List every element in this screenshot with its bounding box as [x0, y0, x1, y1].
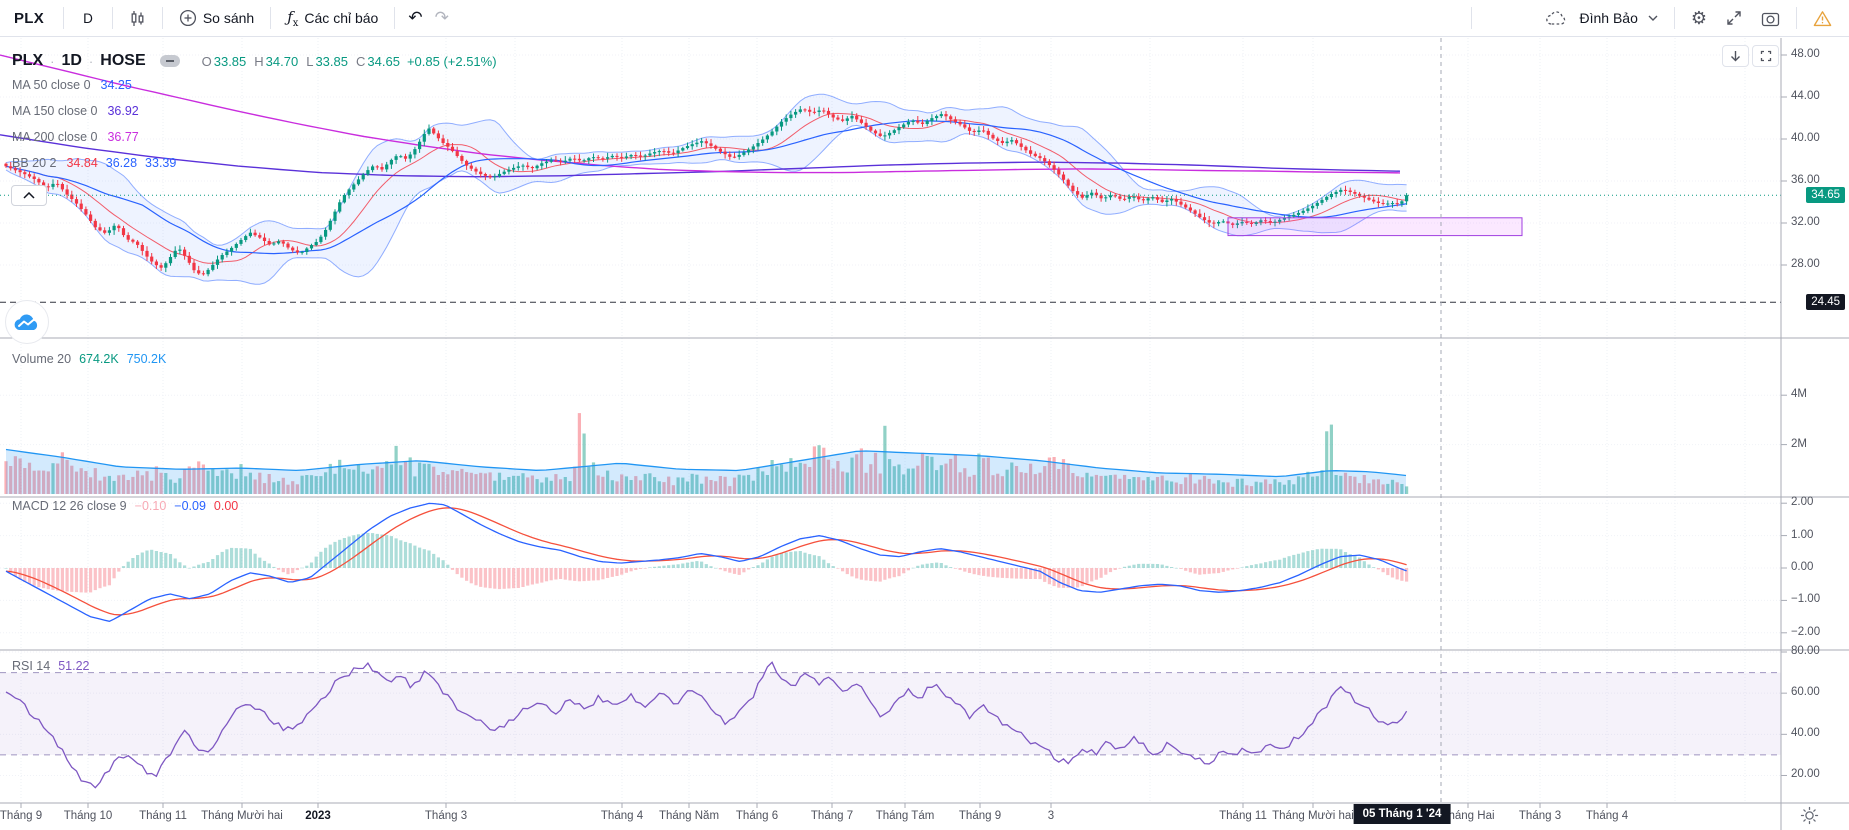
price-axis-label: 36.00 [1791, 174, 1820, 186]
legend-exchange[interactable]: HOSE [100, 52, 145, 70]
main-legend: PLX · 1D · HOSE O 33.85 H 34.70 L 33.85 C 34… [12, 50, 497, 176]
warning-triangle-icon [1813, 10, 1832, 27]
time-axis-label: Tháng 4 [600, 810, 644, 822]
collapse-legend-button[interactable] [11, 185, 47, 206]
time-axis-label: Tháng 10 [63, 810, 113, 822]
symbol-search-button[interactable]: PLX [0, 4, 56, 32]
toolbar-separator [1796, 7, 1797, 29]
price-axis-label: 44.00 [1791, 90, 1820, 102]
indicator-row-ma50[interactable]: MA 50 close 0 34.25 [12, 72, 497, 98]
ohlc-values: O 33.85 H 34.70 L 33.85 C 34.65 +0.85 (+2.51… [201, 53, 497, 69]
plus-circle-icon [179, 9, 197, 27]
price-axis-label: 40.00 [1791, 132, 1820, 144]
chart-style-button[interactable] [120, 4, 155, 32]
price-axis-label: 32.00 [1791, 216, 1820, 228]
rsi-legend[interactable]: RSI 14 51.22 [12, 659, 90, 673]
time-axis-label: Tháng 4 [1585, 810, 1629, 822]
compare-button[interactable]: So sánh [170, 4, 263, 32]
macd-axis-label: 0.00 [1791, 561, 1814, 573]
indicators-label: Các chỉ báo [304, 10, 379, 26]
toolbar-separator [111, 7, 113, 29]
snapshot-button[interactable] [1752, 4, 1789, 32]
chevron-down-icon [1648, 15, 1658, 21]
sun-icon[interactable] [1800, 806, 1819, 830]
date-badge: 05 Tháng 1 '24 [1353, 804, 1451, 824]
macd-legend[interactable]: MACD 12 26 close 9 −0.10 −0.09 0.00 [12, 499, 238, 513]
cloud-icon [1545, 10, 1567, 27]
volume-legend[interactable]: Volume 20 674.2K 750.2K [12, 352, 166, 366]
broker-logo[interactable] [5, 300, 49, 344]
legend-interval[interactable]: 1D [61, 52, 81, 70]
rsi-axis-label: 60.00 [1791, 686, 1820, 699]
indicators-button[interactable]: ƒx Các chỉ báo [278, 4, 387, 32]
time-axis-label: Tháng Tám [875, 810, 935, 822]
volume-axis-label: 4M [1791, 388, 1807, 401]
toolbar-separator [161, 7, 163, 29]
fx-icon: ƒx [287, 7, 299, 29]
macd-axis-label: 2.00 [1791, 496, 1814, 509]
fullscreen-button[interactable] [1716, 4, 1752, 32]
price-level-badge: 24.45 [1806, 294, 1845, 311]
legend-symbol[interactable]: PLX [12, 52, 43, 70]
time-axis-label: Tháng 9 [0, 810, 43, 822]
time-axis-label: Tháng 11 [139, 810, 187, 822]
time-axis-label: Tháng Mười hai [1272, 810, 1354, 822]
toolbar-separator [1673, 7, 1675, 29]
maximize-icon [1760, 50, 1771, 62]
rsi-axis-label: 40.00 [1791, 727, 1820, 740]
save-layout-button[interactable]: Đình Bảo [1536, 4, 1666, 32]
maximize-pane-button[interactable] [1752, 45, 1779, 67]
toolbar-separator [394, 7, 396, 29]
symbol-actions-chip[interactable] [159, 55, 180, 67]
compare-label: So sánh [202, 10, 255, 26]
candlestick-icon [129, 10, 146, 27]
time-axis-label: Tháng 11 [1219, 810, 1267, 822]
layout-name: Đình Bảo [1579, 10, 1638, 26]
time-axis-label: Tháng 7 [810, 810, 854, 822]
price-axis-label: 48.00 [1791, 48, 1820, 60]
toolbar-separator [1471, 7, 1473, 29]
gear-icon: ⚙ [1690, 7, 1707, 28]
cloud-chart-logo-icon [14, 314, 38, 330]
macd-axis-label: −1.00 [1791, 593, 1821, 606]
time-axis-label: Tháng 3 [1518, 810, 1562, 822]
volume-axis-label: 2M [1791, 437, 1807, 450]
indicator-row-bb[interactable]: BB 20 2 34.84 36.28 33.39 [12, 150, 497, 176]
time-axis-label: Tháng Năm [658, 810, 720, 822]
toolbar-separator [270, 7, 272, 29]
macd-axis-label: 1.00 [1791, 528, 1814, 541]
price-change: +0.85 (+2.51%) [406, 53, 497, 69]
time-axis-label: 2023 [305, 810, 331, 822]
price-axis-label: 28.00 [1791, 258, 1820, 270]
time-axis-label: Tháng 9 [958, 810, 1002, 822]
time-axis-label: Tháng 6 [735, 810, 779, 822]
scroll-to-recent-button[interactable] [1722, 45, 1749, 67]
time-axis-label: 3 [1047, 810, 1055, 822]
redo-button[interactable]: ↷ [429, 4, 455, 32]
fullscreen-icon [1725, 9, 1743, 27]
arrow-down-icon [1731, 51, 1740, 62]
warning-button[interactable] [1804, 4, 1841, 32]
time-axis-label: Tháng 3 [424, 810, 468, 822]
chart-settings-button[interactable]: ⚙ [1682, 4, 1716, 32]
chart-canvas[interactable]: PLX · 1D · HOSE O 33.85 H 34.70 L 33.85 C 34… [0, 38, 1849, 830]
camera-icon [1761, 10, 1780, 27]
rsi-axis-label: 80.00 [1791, 645, 1820, 657]
time-axis-label: Tháng Mười hai [201, 810, 283, 822]
last-price-badge: 34.65 [1806, 187, 1845, 204]
chevron-up-icon [23, 192, 35, 199]
macd-axis-label: −2.00 [1791, 625, 1821, 638]
interval-button[interactable]: D [71, 4, 105, 32]
indicator-row-ma200[interactable]: MA 200 close 0 36.77 [12, 124, 497, 150]
top-toolbar: PLX D So sánh ƒx Các chỉ báo ↶ ↷ Đình Bả… [0, 0, 1849, 37]
indicator-row-ma150[interactable]: MA 150 close 0 36.92 [12, 98, 497, 124]
rsi-axis-label: 20.00 [1791, 768, 1820, 781]
undo-button[interactable]: ↶ [402, 4, 428, 32]
toolbar-separator [63, 7, 65, 29]
